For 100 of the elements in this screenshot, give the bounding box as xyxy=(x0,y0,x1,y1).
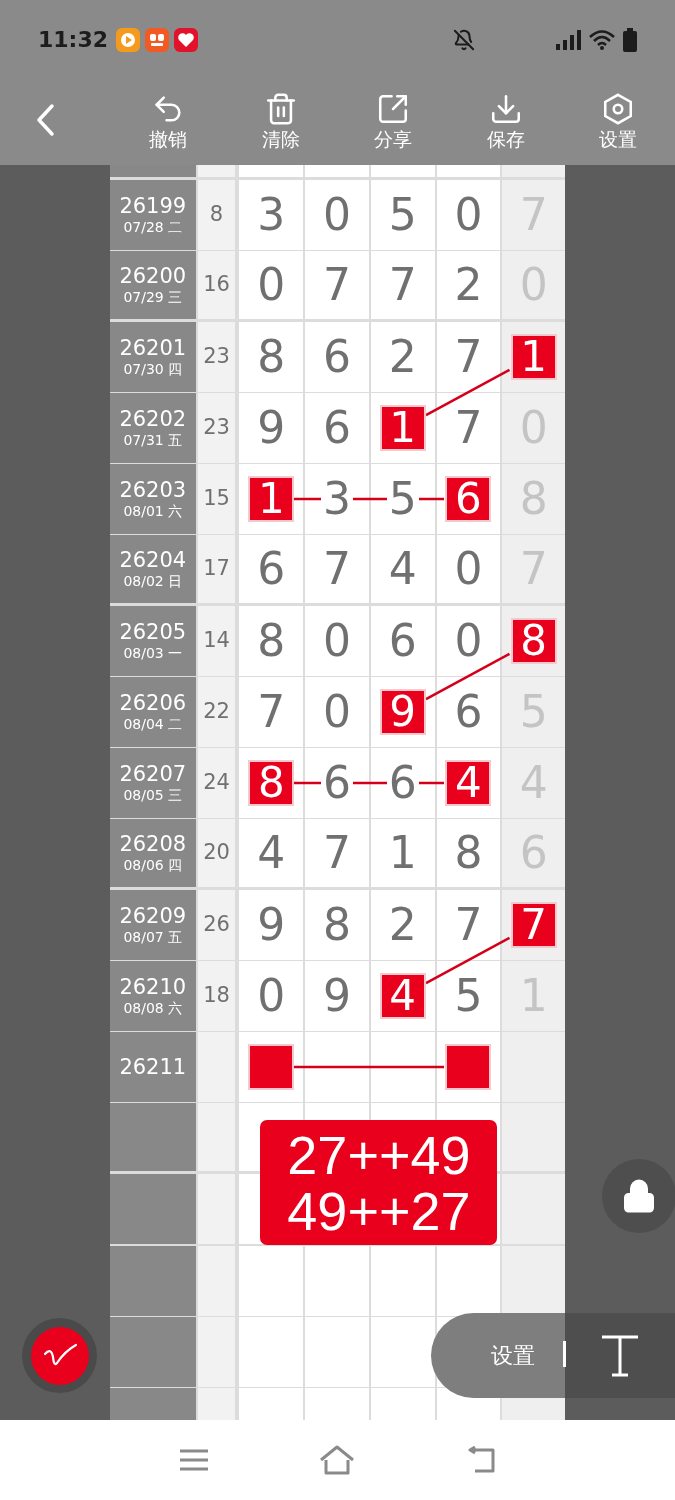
draw-date: 08/08 六 xyxy=(123,1000,183,1018)
table-cell: 7 xyxy=(305,535,369,603)
table-cell xyxy=(436,165,501,177)
table-cell: 5 xyxy=(436,961,501,1031)
sum-cell: 14 xyxy=(197,606,236,676)
issue-number: 26203 xyxy=(119,477,187,504)
table-cell: 5 xyxy=(370,464,435,534)
table-cell: 6 xyxy=(305,322,369,392)
lock-icon xyxy=(621,1178,657,1214)
table-cell: 4 xyxy=(370,535,435,603)
sum-cell: 22 xyxy=(197,677,236,747)
highlighted-digit: 1 xyxy=(510,334,557,380)
toolbar-button[interactable]: 撤销 xyxy=(112,91,225,149)
issue-number: 26208 xyxy=(119,831,187,858)
sum-cell xyxy=(197,1032,236,1102)
table-cell: 2 xyxy=(370,322,435,392)
sum-cell: 26 xyxy=(197,890,236,960)
table-cell: 7 xyxy=(305,251,369,319)
table-cell xyxy=(239,1317,304,1387)
app-icon xyxy=(145,27,170,52)
table-cell: 7 xyxy=(239,677,304,747)
sum-cell: 17 xyxy=(197,535,236,603)
table-cell: 7 xyxy=(436,393,501,463)
table-cell: 0 xyxy=(305,606,369,676)
table-cell xyxy=(502,1103,565,1171)
table-cell: 6 xyxy=(370,748,435,818)
sum-cell: 23 xyxy=(197,322,236,392)
sum-cell: 18 xyxy=(197,961,236,1031)
issue-number: 26204 xyxy=(119,547,187,574)
table-cell xyxy=(370,1317,435,1387)
issue-number: 26206 xyxy=(119,690,187,717)
app-icon xyxy=(116,27,141,52)
highlighted-digit: 1 xyxy=(379,405,426,451)
menu-icon[interactable] xyxy=(178,1448,209,1472)
table-cell: 6 xyxy=(436,677,501,747)
draw-date: 08/03 一 xyxy=(123,645,183,663)
table-cell: 2 xyxy=(436,251,501,319)
table-cell: 4 xyxy=(239,819,304,887)
issue-number: 26211 xyxy=(119,1053,187,1081)
table-cell xyxy=(305,1246,369,1316)
toolbar-button[interactable]: 保存 xyxy=(449,91,562,149)
table-cell: 3 xyxy=(305,464,369,534)
draw-date: 08/02 日 xyxy=(123,573,183,591)
table-cell xyxy=(370,1246,435,1316)
settings-panel-button[interactable]: 设置 xyxy=(431,1313,565,1398)
table-cell: 7 xyxy=(436,322,501,392)
table-cell: 0 xyxy=(239,961,304,1031)
table-cell xyxy=(370,165,435,177)
table-cell xyxy=(305,165,369,177)
table-cell xyxy=(239,1246,304,1316)
pen-icon xyxy=(30,1326,89,1385)
highlighted-digit: 4 xyxy=(379,973,426,1019)
sum-cell xyxy=(197,1317,236,1387)
table-cell: 0 xyxy=(436,180,501,250)
issue-number: 26210 xyxy=(119,974,187,1001)
table-cell: 6 xyxy=(370,606,435,676)
draw-date: 08/04 二 xyxy=(123,716,183,734)
sum-cell: 8 xyxy=(197,180,236,250)
bell-off-icon xyxy=(453,28,475,51)
draw-date: 07/28 二 xyxy=(123,219,183,237)
table-cell: 9 xyxy=(305,961,369,1031)
highlighted-digit: 6 xyxy=(445,476,492,522)
toolbar-button[interactable]: 分享 xyxy=(337,91,450,149)
issue-number: 26201 xyxy=(119,335,187,362)
highlighted-digit: 9 xyxy=(379,689,426,735)
draw-date: 08/06 四 xyxy=(123,857,183,875)
app-icon xyxy=(174,27,199,52)
table-cell: 2 xyxy=(370,890,435,960)
battery-icon xyxy=(623,27,637,52)
draw-date: 07/30 四 xyxy=(123,361,183,379)
issue-number: 26199 xyxy=(119,193,187,220)
wifi-icon xyxy=(589,28,615,51)
sum-cell: 15 xyxy=(197,464,236,534)
home-icon[interactable] xyxy=(318,1445,355,1475)
sum-cell xyxy=(197,1103,236,1171)
toolbar-button[interactable]: 清除 xyxy=(224,91,337,149)
toolbar-button[interactable]: 设置 xyxy=(562,91,675,149)
draw-date: 07/29 三 xyxy=(123,289,183,307)
table-cell: 3 xyxy=(239,180,304,250)
table-cell xyxy=(502,1246,566,1316)
issue-number: 26202 xyxy=(119,406,187,433)
sum-cell xyxy=(197,1174,236,1244)
signal-icon xyxy=(555,28,581,51)
sum-cell: 24 xyxy=(197,748,236,818)
highlighted-digit: 8 xyxy=(248,760,295,806)
table-cell xyxy=(502,165,566,177)
table-cell: 0 xyxy=(239,251,304,319)
table-cell: 7 xyxy=(436,890,501,960)
highlighted-digit: 1 xyxy=(248,476,295,522)
issue-number: 26207 xyxy=(119,761,187,788)
table-cell: 7 xyxy=(305,819,369,887)
table-cell: 8 xyxy=(239,606,304,676)
highlighted-digit: 4 xyxy=(445,760,492,806)
table-cell: 8 xyxy=(305,890,369,960)
table-cell: 6 xyxy=(239,535,304,603)
back-icon xyxy=(35,103,55,137)
issue-number: 26205 xyxy=(119,619,187,646)
table-cell: 1 xyxy=(370,819,435,887)
table-cell xyxy=(305,1317,369,1387)
draw-date: 08/05 三 xyxy=(123,787,183,805)
